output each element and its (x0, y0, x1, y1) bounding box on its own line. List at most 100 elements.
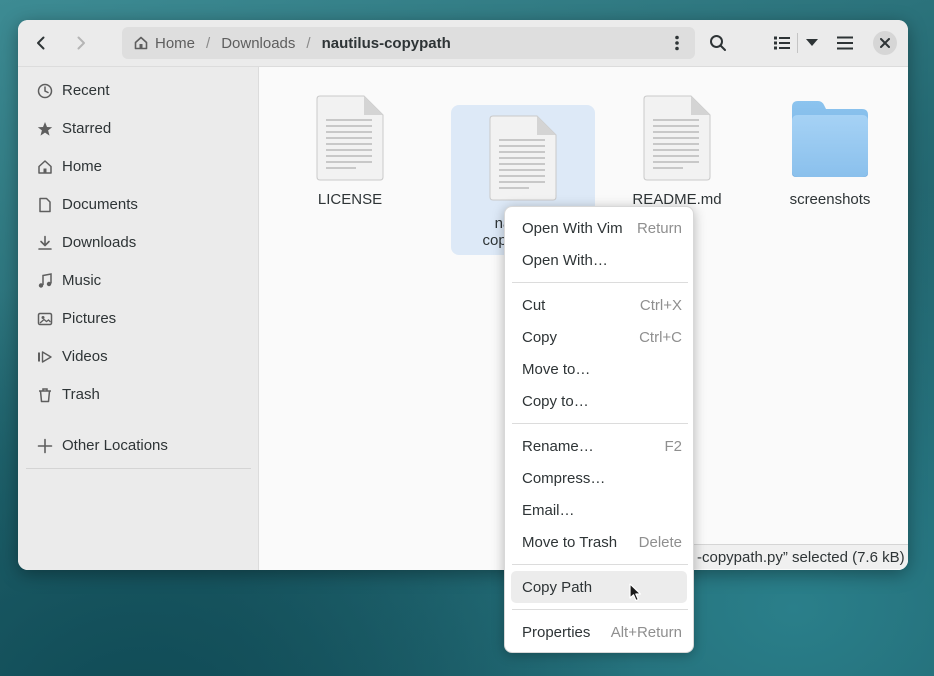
menu-item-label: Copy to… (522, 393, 589, 410)
menu-item-properties[interactable]: Properties Alt+Return (511, 616, 687, 648)
text-file-icon (316, 95, 384, 181)
text-file-icon (489, 115, 557, 201)
file-name: LICENSE (317, 191, 383, 208)
mouse-pointer-icon (629, 583, 642, 602)
plus-icon (37, 438, 53, 454)
menu-item-accel: Ctrl+C (639, 329, 682, 346)
sidebar-item-home[interactable]: Home (18, 148, 258, 186)
sidebar-item-pictures[interactable]: Pictures (18, 300, 258, 338)
search-button[interactable] (702, 27, 734, 59)
sidebar-item-other-locations[interactable]: Other Locations (18, 427, 258, 465)
menu-item-accel: F2 (664, 438, 682, 455)
search-icon (710, 35, 726, 51)
path-bar: Home / Downloads / nautilus-copypath (122, 27, 695, 59)
folder-icon (792, 101, 868, 177)
menu-item-cut[interactable]: Cut Ctrl+X (511, 289, 687, 321)
text-file-icon (643, 95, 711, 181)
menu-item-accel: Alt+Return (610, 624, 682, 641)
view-divider (797, 33, 798, 53)
sidebar-item-starred[interactable]: Starred (18, 110, 258, 148)
folder-name: screenshots (789, 191, 871, 208)
menu-item-move-to-trash[interactable]: Move to Trash Delete (511, 526, 687, 558)
context-menu: Open With Vim Return Open With… Cut Ctrl… (504, 206, 694, 653)
sidebar: Recent Starred Home Documents Downloads … (18, 67, 259, 570)
main-menu-button[interactable] (829, 27, 861, 59)
view-options-button[interactable] (796, 27, 828, 59)
sidebar-item-label: Documents (62, 196, 138, 213)
list-view-icon (774, 36, 790, 50)
home-icon (134, 36, 148, 50)
menu-item-accel: Ctrl+X (639, 297, 682, 314)
sidebar-separator (26, 468, 251, 469)
menu-item-accel: Delete (638, 534, 682, 551)
document-icon (39, 197, 51, 213)
menu-item-label: Open With… (522, 252, 608, 269)
menu-item-label: Open With Vim (522, 220, 623, 237)
sidebar-item-label: Downloads (62, 234, 137, 251)
menu-item-label: Rename… (522, 438, 594, 455)
menu-item-copy[interactable]: Copy Ctrl+C (511, 321, 687, 353)
sidebar-item-label: Videos (62, 348, 108, 365)
forward-button[interactable] (65, 27, 97, 59)
menu-item-email[interactable]: Email… (511, 494, 687, 526)
sidebar-item-label: Recent (62, 82, 110, 99)
sidebar-item-videos[interactable]: Videos (18, 338, 258, 376)
header-bar: Home / Downloads / nautilus-copypath (18, 20, 908, 67)
path-menu-button[interactable] (665, 31, 689, 55)
menu-separator (512, 282, 688, 283)
menu-item-accel: Return (636, 220, 682, 237)
video-icon (38, 351, 52, 363)
menu-item-label: Cut (522, 297, 546, 314)
sidebar-item-label: Trash (62, 386, 100, 403)
sidebar-item-documents[interactable]: Documents (18, 186, 258, 224)
menu-item-label: Move to Trash (522, 534, 618, 551)
menu-item-open-with-vim[interactable]: Open With Vim Return (511, 212, 687, 244)
sidebar-item-music[interactable]: Music (18, 262, 258, 300)
trash-icon (39, 388, 51, 403)
sidebar-item-recent[interactable]: Recent (18, 72, 258, 110)
breadcrumb-downloads-label: Downloads (221, 34, 296, 52)
list-view-button[interactable] (768, 27, 796, 59)
close-icon (880, 38, 890, 48)
menu-item-label: Copy (522, 329, 558, 346)
picture-icon (37, 312, 53, 326)
sidebar-item-label: Other Locations (62, 437, 168, 454)
breadcrumb-home[interactable]: Home (122, 27, 202, 59)
breadcrumb-separator: / (306, 34, 311, 52)
menu-item-copy-to[interactable]: Copy to… (511, 385, 687, 417)
menu-separator (512, 609, 688, 610)
close-button[interactable] (873, 31, 897, 55)
breadcrumb-current-label: nautilus-copypath (321, 34, 451, 52)
sidebar-item-trash[interactable]: Trash (18, 376, 258, 414)
hamburger-icon (837, 36, 853, 50)
back-button[interactable] (25, 27, 57, 59)
menu-item-copy-path[interactable]: Copy Path (511, 571, 687, 603)
sidebar-item-label: Home (62, 158, 103, 175)
download-icon (38, 235, 52, 250)
breadcrumb-separator: / (206, 34, 211, 52)
chevron-left-icon (37, 36, 45, 50)
status-text: -copypath.py” selected (7.6 kB) (697, 548, 905, 566)
menu-item-compress[interactable]: Compress… (511, 462, 687, 494)
menu-item-label: Move to… (522, 361, 591, 378)
folder-item[interactable]: screenshots (758, 85, 902, 235)
menu-item-move-to[interactable]: Move to… (511, 353, 687, 385)
chevron-down-icon (806, 39, 818, 46)
breadcrumb-current[interactable]: nautilus-copypath (315, 27, 458, 59)
menu-item-rename[interactable]: Rename… F2 (511, 430, 687, 462)
music-icon (38, 273, 52, 288)
breadcrumb-downloads[interactable]: Downloads (214, 27, 302, 59)
breadcrumb-home-label: Home (155, 34, 196, 52)
sidebar-item-label: Starred (62, 120, 112, 137)
clock-icon (37, 83, 53, 99)
menu-item-open-with[interactable]: Open With… (511, 244, 687, 276)
view-switcher (768, 27, 828, 59)
menu-item-label: Email… (522, 502, 575, 519)
chevron-right-icon (77, 36, 85, 50)
menu-separator (512, 564, 688, 565)
vertical-dots-icon (675, 35, 679, 51)
sidebar-item-label: Music (62, 272, 102, 289)
menu-item-label: Compress… (522, 470, 606, 487)
file-item[interactable]: LICENSE (278, 85, 422, 235)
sidebar-item-downloads[interactable]: Downloads (18, 224, 258, 262)
